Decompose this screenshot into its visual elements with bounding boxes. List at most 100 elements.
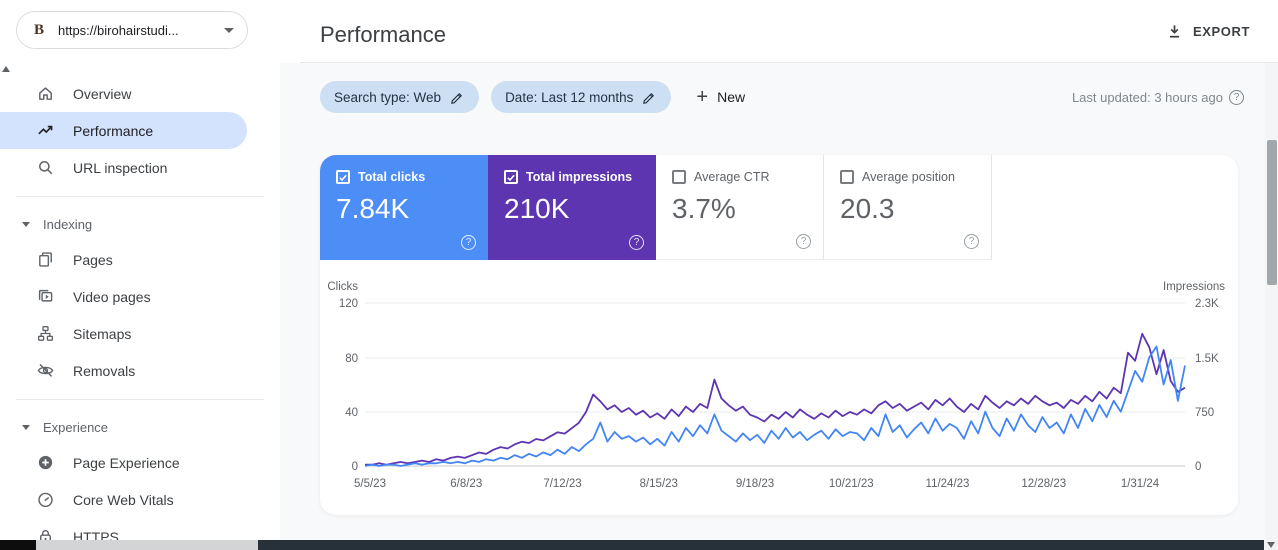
sidebar-item-pages[interactable]: Pages xyxy=(0,241,247,278)
metric-value: 3.7% xyxy=(672,193,736,224)
trending-up-icon xyxy=(36,121,55,140)
metric-card-total-impressions[interactable]: Total impressions 210K? xyxy=(488,155,656,260)
sidebar-divider xyxy=(16,196,264,197)
svg-text:0: 0 xyxy=(1195,461,1201,473)
svg-text:40: 40 xyxy=(345,407,358,419)
help-icon: ? xyxy=(461,235,476,250)
sidebar-item-label: Sitemaps xyxy=(73,325,132,342)
edit-pencil-icon xyxy=(450,90,465,105)
core-web-vitals-icon xyxy=(36,490,55,509)
section-label: Experience xyxy=(43,419,109,435)
sidebar-item-label: Overview xyxy=(73,85,132,102)
sidebar-item-label: Removals xyxy=(73,362,136,379)
pages-icon xyxy=(36,250,55,269)
metric-card-total-clicks[interactable]: Total clicks 7.84K? xyxy=(320,155,488,260)
metric-checkbox[interactable] xyxy=(672,170,686,184)
sidebar-item-core-web-vitals[interactable]: Core Web Vitals xyxy=(0,481,247,518)
scroll-down-arrow-icon xyxy=(1267,542,1275,548)
metric-checkbox[interactable] xyxy=(840,170,854,184)
site-favicon: B xyxy=(33,22,44,38)
left-axis-title: Clicks xyxy=(327,281,358,293)
collapse-arrow-icon xyxy=(22,424,30,430)
property-selector[interactable]: B https://birohairstudi... xyxy=(16,11,248,49)
filter-chip-date-last-12-months[interactable]: Date: Last 12 months xyxy=(491,81,672,113)
help-icon: ? xyxy=(629,235,644,250)
sidebar-divider xyxy=(16,399,264,400)
metric-label: Total clicks xyxy=(358,170,426,184)
vertical-scrollbar[interactable] xyxy=(1265,63,1278,540)
sidebar-item-label: URL inspection xyxy=(73,159,168,176)
sidebar-item-label: Pages xyxy=(73,251,113,268)
scroll-up-arrow-icon[interactable] xyxy=(2,66,10,72)
help-icon: ? xyxy=(964,234,979,249)
edit-pencil-icon xyxy=(642,90,657,105)
plus-icon: + xyxy=(696,86,709,108)
horizontal-scrollbar-track-end xyxy=(0,540,36,550)
vertical-scrollbar-thumb[interactable] xyxy=(1266,140,1277,285)
download-icon xyxy=(1169,25,1179,38)
sidebar-item-https[interactable]: HTTPS xyxy=(0,518,247,540)
metric-checkbox[interactable] xyxy=(504,170,518,184)
performance-chart[interactable]: Clicks Impressions 120 80 40 0 2.3K 1.5K 750 0 5/5… xyxy=(320,260,1238,513)
chip-label: Search type: Web xyxy=(334,89,442,105)
last-updated: Last updated: 3 hours ago ? xyxy=(1072,89,1244,105)
sidebar-item-label: Core Web Vitals xyxy=(73,491,174,508)
svg-text:0: 0 xyxy=(352,461,358,473)
sidebar-section-experience[interactable]: Experience xyxy=(0,410,280,444)
series-total-impressions xyxy=(365,332,1186,466)
svg-text:9/18/23: 9/18/23 xyxy=(736,478,774,490)
sidebar-item-label: Page Experience xyxy=(73,454,180,471)
metric-label: Total impressions xyxy=(526,170,633,184)
sidebar-item-sitemaps[interactable]: Sitemaps xyxy=(0,315,247,352)
filter-chips: Search type: Web Date: Last 12 months xyxy=(320,81,672,113)
metric-card-average-ctr[interactable]: Average CTR 3.7%? xyxy=(656,155,824,260)
performance-panel: Total clicks 7.84K? Total impressions 210K?… xyxy=(320,155,1238,515)
page-experience-icon xyxy=(36,453,55,472)
sidebar-item-overview[interactable]: Overview xyxy=(0,75,247,112)
sidebar-item-url-inspection[interactable]: URL inspection xyxy=(0,149,247,186)
search-icon xyxy=(36,158,55,177)
horizontal-scrollbar[interactable] xyxy=(0,540,1278,550)
svg-text:12/28/23: 12/28/23 xyxy=(1021,478,1066,490)
sitemaps-icon xyxy=(36,324,55,343)
main-content: Search type: Web Date: Last 12 months + N… xyxy=(280,63,1278,540)
svg-text:750: 750 xyxy=(1195,407,1214,419)
export-label: EXPORT xyxy=(1192,24,1250,39)
sidebar-item-removals[interactable]: Removals xyxy=(0,352,247,389)
svg-text:10/21/23: 10/21/23 xyxy=(829,478,874,490)
page-title: Performance xyxy=(320,22,446,47)
new-filter-label: New xyxy=(717,89,746,105)
https-icon xyxy=(36,527,55,540)
metric-checkbox[interactable] xyxy=(336,170,350,184)
sidebar-item-video-pages[interactable]: Video pages xyxy=(0,278,247,315)
property-url: https://birohairstudi... xyxy=(58,22,179,38)
metric-card-average-position[interactable]: Average position 20.3? xyxy=(824,155,992,260)
chevron-down-icon xyxy=(224,27,234,33)
new-filter-button[interactable]: + New xyxy=(696,87,745,107)
metric-value: 210K xyxy=(504,193,570,224)
help-icon[interactable]: ? xyxy=(1229,89,1244,105)
sidebar: Overview Performance URL inspection Indexin… xyxy=(0,63,280,540)
svg-text:6/8/23: 6/8/23 xyxy=(450,478,482,490)
svg-text:1/31/24: 1/31/24 xyxy=(1121,478,1160,490)
filter-chip-search-type-web[interactable]: Search type: Web xyxy=(320,81,480,113)
svg-text:120: 120 xyxy=(339,298,358,310)
video-pages-icon xyxy=(36,287,55,306)
svg-text:1.5K: 1.5K xyxy=(1195,353,1219,365)
horizontal-scrollbar-thumb[interactable] xyxy=(36,540,258,550)
metric-value: 7.84K xyxy=(336,193,410,224)
gsc-performance-page: B https://birohairstudi... Performance E… xyxy=(0,0,1278,550)
svg-text:7/12/23: 7/12/23 xyxy=(543,478,581,490)
export-button[interactable]: EXPORT xyxy=(1166,23,1250,40)
sidebar-section-indexing[interactable]: Indexing xyxy=(0,207,280,241)
scroll-down-button[interactable] xyxy=(1264,540,1278,550)
sidebar-item-page-experience[interactable]: Page Experience xyxy=(0,444,247,481)
collapse-arrow-icon xyxy=(22,221,30,227)
svg-text:11/24/23: 11/24/23 xyxy=(926,478,970,490)
metric-label: Average CTR xyxy=(694,170,770,184)
help-icon: ? xyxy=(796,234,811,249)
sidebar-item-performance[interactable]: Performance xyxy=(0,112,247,149)
svg-text:5/5/23: 5/5/23 xyxy=(354,478,386,490)
sidebar-item-label: Performance xyxy=(73,122,154,139)
section-label: Indexing xyxy=(43,216,93,232)
